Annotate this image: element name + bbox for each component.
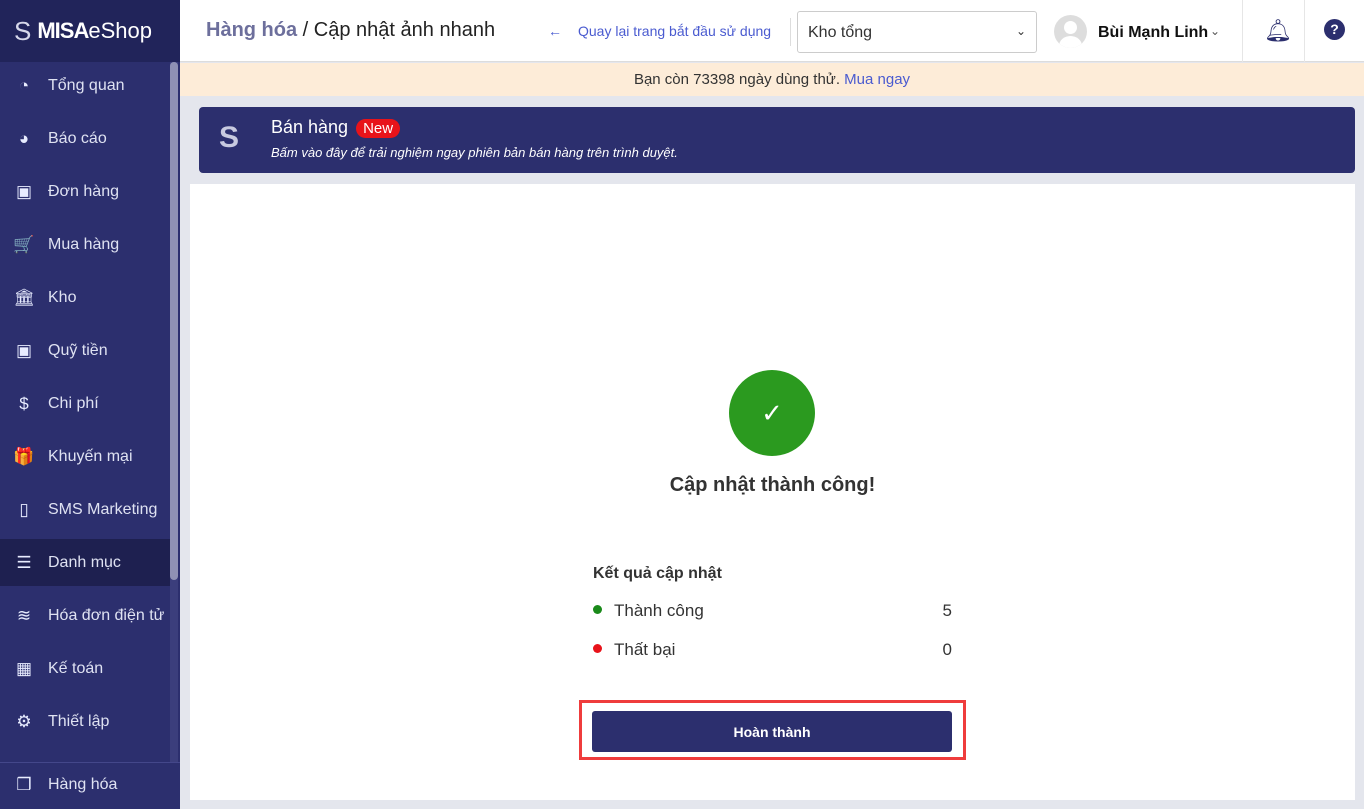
sidebar-item-label: SMS Marketing xyxy=(48,500,158,518)
status-dot-icon xyxy=(593,644,602,653)
result-row-failed: Thất bại 0 xyxy=(593,640,952,660)
arrow-left-icon: ← xyxy=(548,23,562,39)
gear-icon: ⚙ xyxy=(16,711,32,731)
sidebar-item-label: Kho xyxy=(48,288,77,306)
calculator-icon: ▦ xyxy=(15,658,33,678)
divider xyxy=(790,18,791,46)
avatar[interactable] xyxy=(1054,15,1087,48)
divider xyxy=(1304,0,1305,62)
sidebar-item-label: Mua hàng xyxy=(48,235,120,253)
safe-icon: ▣ xyxy=(15,340,33,360)
success-check-icon: ✓ xyxy=(729,370,815,456)
warehouse-icon: 🏛 xyxy=(13,287,35,307)
highlight-box: Hoàn thành xyxy=(579,700,966,760)
sidebar-item[interactable]: ≋ Hóa đơn điện tử xyxy=(0,592,170,639)
top-header: Hàng hóa / Cập nhật ảnh nhanh ← Quay lại … xyxy=(180,0,1364,62)
divider xyxy=(1242,0,1243,62)
sidebar-item[interactable]: ▣ Đơn hàng xyxy=(0,168,170,215)
sidebar-item-hang-hoa[interactable]: ❒ Hàng hóa xyxy=(0,761,180,808)
sidebar-item-label: Đơn hàng xyxy=(48,182,119,200)
sidebar-item[interactable]: ◔ Tổng quan xyxy=(0,62,170,109)
pie-chart-icon: ◕ xyxy=(18,128,30,148)
sidebar: S MISA eShop ◔ Tổng quan ◕ Báo cáo ▣ Đơn hàng 🛒 M… xyxy=(0,0,180,809)
logo[interactable]: S MISA eShop xyxy=(0,0,180,62)
chevron-down-icon: ⌄ xyxy=(1015,24,1026,38)
sales-promo-banner[interactable]: S Bán hàng New Bấm vào đây để trải nghiệm… xyxy=(199,107,1355,173)
chevron-down-icon[interactable]: ⌄ xyxy=(1210,24,1220,38)
result-card: ✓ Cập nhật thành công! Kết quả cập nhật … xyxy=(190,184,1355,800)
sidebar-item[interactable]: ▣ Quỹ tiền xyxy=(0,327,170,374)
result-title: Cập nhật thành công! xyxy=(669,474,876,496)
promo-subtitle: Bấm vào đây để trải nghiệm ngay phiên bả… xyxy=(271,145,678,160)
sidebar-item-label: Báo cáo xyxy=(48,129,107,147)
sidebar-item-label: Danh mục xyxy=(48,553,121,571)
breadcrumb: Hàng hóa / Cập nhật ảnh nhanh xyxy=(206,19,496,41)
sidebar-item-label: Hóa đơn điện tử xyxy=(48,606,165,624)
sidebar-item[interactable]: ▦ Kế toán xyxy=(0,645,170,692)
new-badge: New xyxy=(356,119,401,138)
boxes-icon: ❒ xyxy=(16,774,32,794)
store-select[interactable]: Kho tổng ⌄ xyxy=(797,11,1037,53)
promo-title: Bán hàng xyxy=(271,117,349,137)
sidebar-item-label: Chi phí xyxy=(48,394,99,412)
sidebar-item[interactable]: 🎁 Khuyến mại xyxy=(0,433,170,480)
money-bag-icon: $ xyxy=(19,393,29,413)
sidebar-item-label: Quỹ tiền xyxy=(48,341,108,359)
sidebar-item[interactable]: 🏛 Kho xyxy=(0,274,170,321)
sidebar-item[interactable]: 🛒 Mua hàng xyxy=(0,221,170,268)
sidebar-item[interactable]: ◕ Báo cáo xyxy=(0,115,170,162)
truck-icon: ▣ xyxy=(15,181,33,201)
sidebar-item[interactable]: $ Chi phí xyxy=(0,380,170,427)
sidebar-item[interactable]: ☰ Danh mục xyxy=(0,539,170,586)
page-title: Cập nhật ảnh nhanh xyxy=(313,19,496,41)
sidebar-item-label: Tổng quan xyxy=(48,76,125,94)
result-row-success: Thành công 5 xyxy=(593,601,952,621)
sidebar-item-label: Khuyến mại xyxy=(48,447,133,465)
misa-logo-icon: S xyxy=(219,121,240,154)
buy-now-link[interactable]: Mua ngay xyxy=(844,71,910,88)
dashboard-icon: ◔ xyxy=(18,75,30,95)
logo-icon: S xyxy=(14,15,32,46)
sidebar-item[interactable]: ▯ SMS Marketing xyxy=(0,486,170,533)
status-dot-icon xyxy=(593,605,602,614)
bell-icon[interactable]: 🔔︎ xyxy=(1264,18,1292,44)
sidebar-item-label: Kế toán xyxy=(48,659,104,677)
sidebar-item[interactable]: ⚙ Thiết lập xyxy=(0,698,170,745)
user-name[interactable]: Bùi Mạnh Linh xyxy=(1098,24,1208,42)
result-section-title: Kết quả cập nhật xyxy=(593,565,722,582)
breadcrumb-parent[interactable]: Hàng hóa xyxy=(206,19,297,41)
sidebar-item-label: Thiết lập xyxy=(48,712,110,730)
gift-icon: 🎁 xyxy=(13,446,35,466)
finish-button[interactable]: Hoàn thành xyxy=(592,711,952,752)
help-icon[interactable]: ? xyxy=(1324,19,1345,40)
invoice-icon: ≋ xyxy=(16,605,32,625)
phone-icon: ▯ xyxy=(19,499,29,519)
cart-icon: 🛒 xyxy=(13,234,35,254)
list-icon: ☰ xyxy=(16,552,32,572)
trial-banner: Bạn còn 73398 ngày dùng thử. Mua ngay xyxy=(180,63,1364,96)
back-to-start-link[interactable]: ← Quay lại trang bắt đầu sử dụng xyxy=(548,23,771,39)
sidebar-scrollbar[interactable] xyxy=(170,62,178,762)
